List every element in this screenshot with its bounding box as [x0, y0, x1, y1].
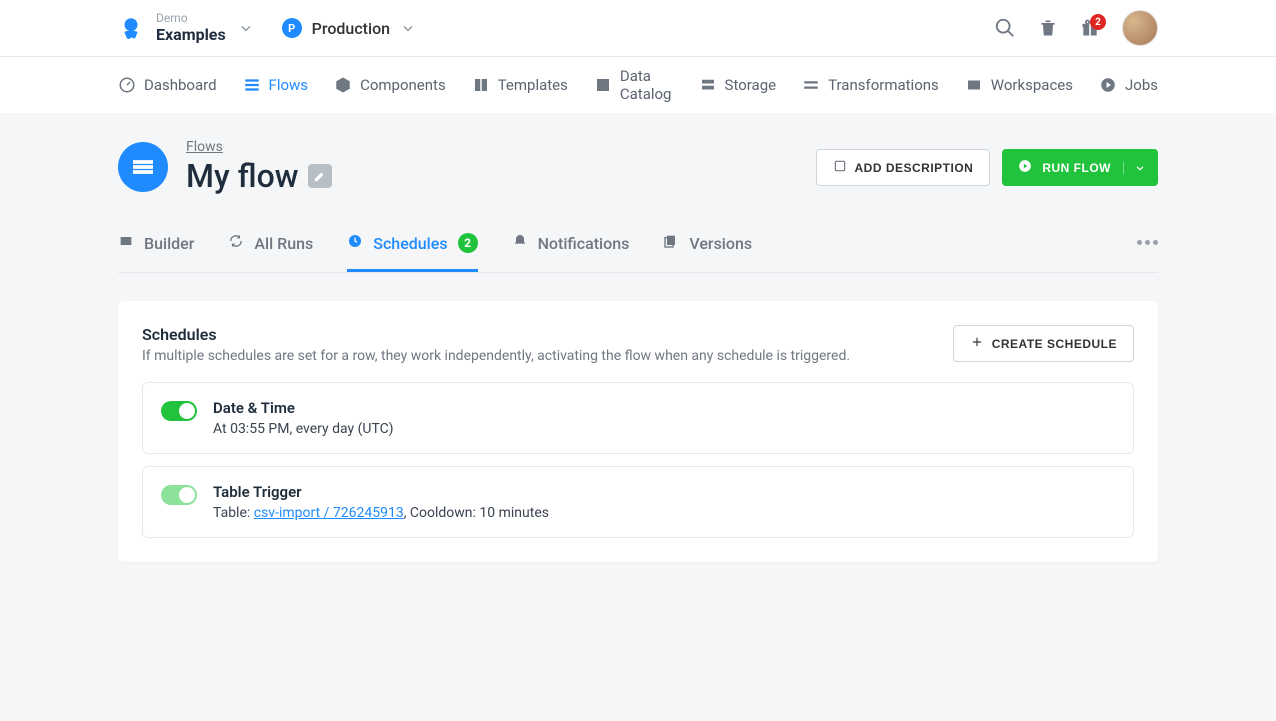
templates-icon: [472, 76, 490, 94]
tab-versions[interactable]: Versions: [663, 223, 752, 272]
search-icon[interactable]: [994, 17, 1016, 39]
schedule-description: Table: csv-import / 726245913, Cooldown:…: [213, 505, 549, 521]
tab-notifications[interactable]: Notifications: [512, 223, 630, 272]
run-flow-button[interactable]: RUN FLOW: [1002, 149, 1158, 186]
catalog-icon: [594, 76, 612, 94]
nav-templates[interactable]: Templates: [472, 76, 568, 94]
app-logo-icon: [118, 14, 144, 42]
tab-schedules[interactable]: Schedules 2: [347, 223, 477, 272]
nav-jobs[interactable]: Jobs: [1099, 76, 1158, 94]
header-actions: ADD DESCRIPTION RUN FLOW: [816, 149, 1159, 186]
tab-label: Schedules: [373, 234, 447, 253]
card-header: Schedules If multiple schedules are set …: [142, 325, 1134, 364]
nav-label: Dashboard: [144, 76, 217, 94]
top-bar-actions: 2: [994, 10, 1158, 46]
components-icon: [334, 76, 352, 94]
edit-icon[interactable]: [308, 164, 332, 188]
page-header: Flows My flow ADD DESCRIPTION RUN FLOW: [118, 139, 1158, 195]
top-bar: Demo Examples P Production: [0, 0, 1276, 57]
tab-label: All Runs: [254, 234, 313, 253]
nav-label: Storage: [725, 76, 777, 94]
branch-badge: P: [282, 18, 302, 38]
trash-icon[interactable]: [1038, 18, 1058, 38]
nav-label: Templates: [498, 76, 568, 94]
plus-icon: [970, 335, 984, 352]
project-switcher[interactable]: Demo Examples: [118, 12, 254, 44]
avatar[interactable]: [1122, 10, 1158, 46]
nav-label: Data Catalog: [620, 67, 673, 103]
title-block: Flows My flow: [118, 139, 332, 195]
nav-label: Jobs: [1125, 76, 1158, 94]
add-description-button[interactable]: ADD DESCRIPTION: [816, 149, 991, 186]
button-label: RUN FLOW: [1042, 161, 1111, 175]
schedules-count-badge: 2: [458, 233, 478, 253]
nav-label: Workspaces: [991, 76, 1073, 94]
schedule-item[interactable]: Date & Time At 03:55 PM, every day (UTC): [142, 382, 1134, 454]
project-group: Demo Examples P Production: [118, 12, 416, 44]
flow-icon: [118, 142, 168, 192]
nav-label: Components: [360, 76, 446, 94]
tab-label: Notifications: [538, 234, 630, 253]
schedule-description: At 03:55 PM, every day (UTC): [213, 421, 393, 437]
nav-flows[interactable]: Flows: [243, 76, 309, 94]
transformations-icon: [802, 76, 820, 94]
chevron-down-icon: [400, 20, 416, 36]
tab-label: Versions: [689, 234, 752, 253]
gift-badge: 2: [1090, 14, 1106, 30]
nav-storage[interactable]: Storage: [699, 76, 777, 94]
schedule-name: Date & Time: [213, 399, 393, 417]
nav-dashboard[interactable]: Dashboard: [118, 76, 217, 94]
table-link[interactable]: csv-import / 726245913: [254, 505, 404, 521]
run-flow-dropdown[interactable]: [1123, 162, 1146, 174]
versions-icon: [663, 233, 679, 253]
page-title: My flow: [186, 157, 298, 195]
schedule-item[interactable]: Table Trigger Table: csv-import / 726245…: [142, 466, 1134, 538]
clock-icon: [347, 233, 363, 253]
page-content: Flows My flow ADD DESCRIPTION RUN FLOW: [0, 113, 1276, 602]
card-title: Schedules: [142, 325, 850, 344]
nav-data-catalog[interactable]: Data Catalog: [594, 67, 673, 103]
dashboard-icon: [118, 76, 136, 94]
button-label: CREATE SCHEDULE: [992, 337, 1117, 351]
schedules-card: Schedules If multiple schedules are set …: [118, 301, 1158, 562]
storage-icon: [699, 76, 717, 94]
branch-name: Production: [312, 19, 390, 38]
nav-components[interactable]: Components: [334, 76, 446, 94]
play-icon: [1018, 159, 1032, 176]
nav-workspaces[interactable]: Workspaces: [965, 76, 1073, 94]
button-label: ADD DESCRIPTION: [855, 161, 974, 175]
toggle-switch[interactable]: [161, 401, 197, 421]
nav-label: Transformations: [828, 76, 939, 94]
chevron-down-icon: [238, 20, 254, 36]
bell-icon: [512, 233, 528, 253]
tab-builder[interactable]: Builder: [118, 223, 194, 272]
tab-label: Builder: [144, 234, 194, 253]
tab-all-runs[interactable]: All Runs: [228, 223, 313, 272]
nav-label: Flows: [269, 76, 309, 94]
project-name: Examples: [156, 26, 226, 44]
tabs: Builder All Runs Schedules 2 Notificatio…: [118, 223, 1158, 273]
builder-icon: [118, 233, 134, 253]
jobs-icon: [1099, 76, 1117, 94]
flows-icon: [243, 76, 261, 94]
nav-transformations[interactable]: Transformations: [802, 76, 939, 94]
card-description: If multiple schedules are set for a row,…: [142, 348, 850, 364]
refresh-icon: [228, 233, 244, 253]
schedule-name: Table Trigger: [213, 483, 549, 501]
workspaces-icon: [965, 76, 983, 94]
more-icon[interactable]: [1137, 240, 1158, 255]
create-schedule-button[interactable]: CREATE SCHEDULE: [953, 325, 1134, 362]
note-icon: [833, 159, 847, 176]
nav-row: Dashboard Flows Components Templates Dat…: [0, 57, 1276, 113]
breadcrumb[interactable]: Flows: [186, 139, 332, 155]
toggle-switch[interactable]: [161, 485, 197, 505]
branch-switcher[interactable]: P Production: [282, 18, 416, 38]
gift-icon[interactable]: 2: [1080, 18, 1100, 38]
project-label: Demo: [156, 12, 226, 26]
